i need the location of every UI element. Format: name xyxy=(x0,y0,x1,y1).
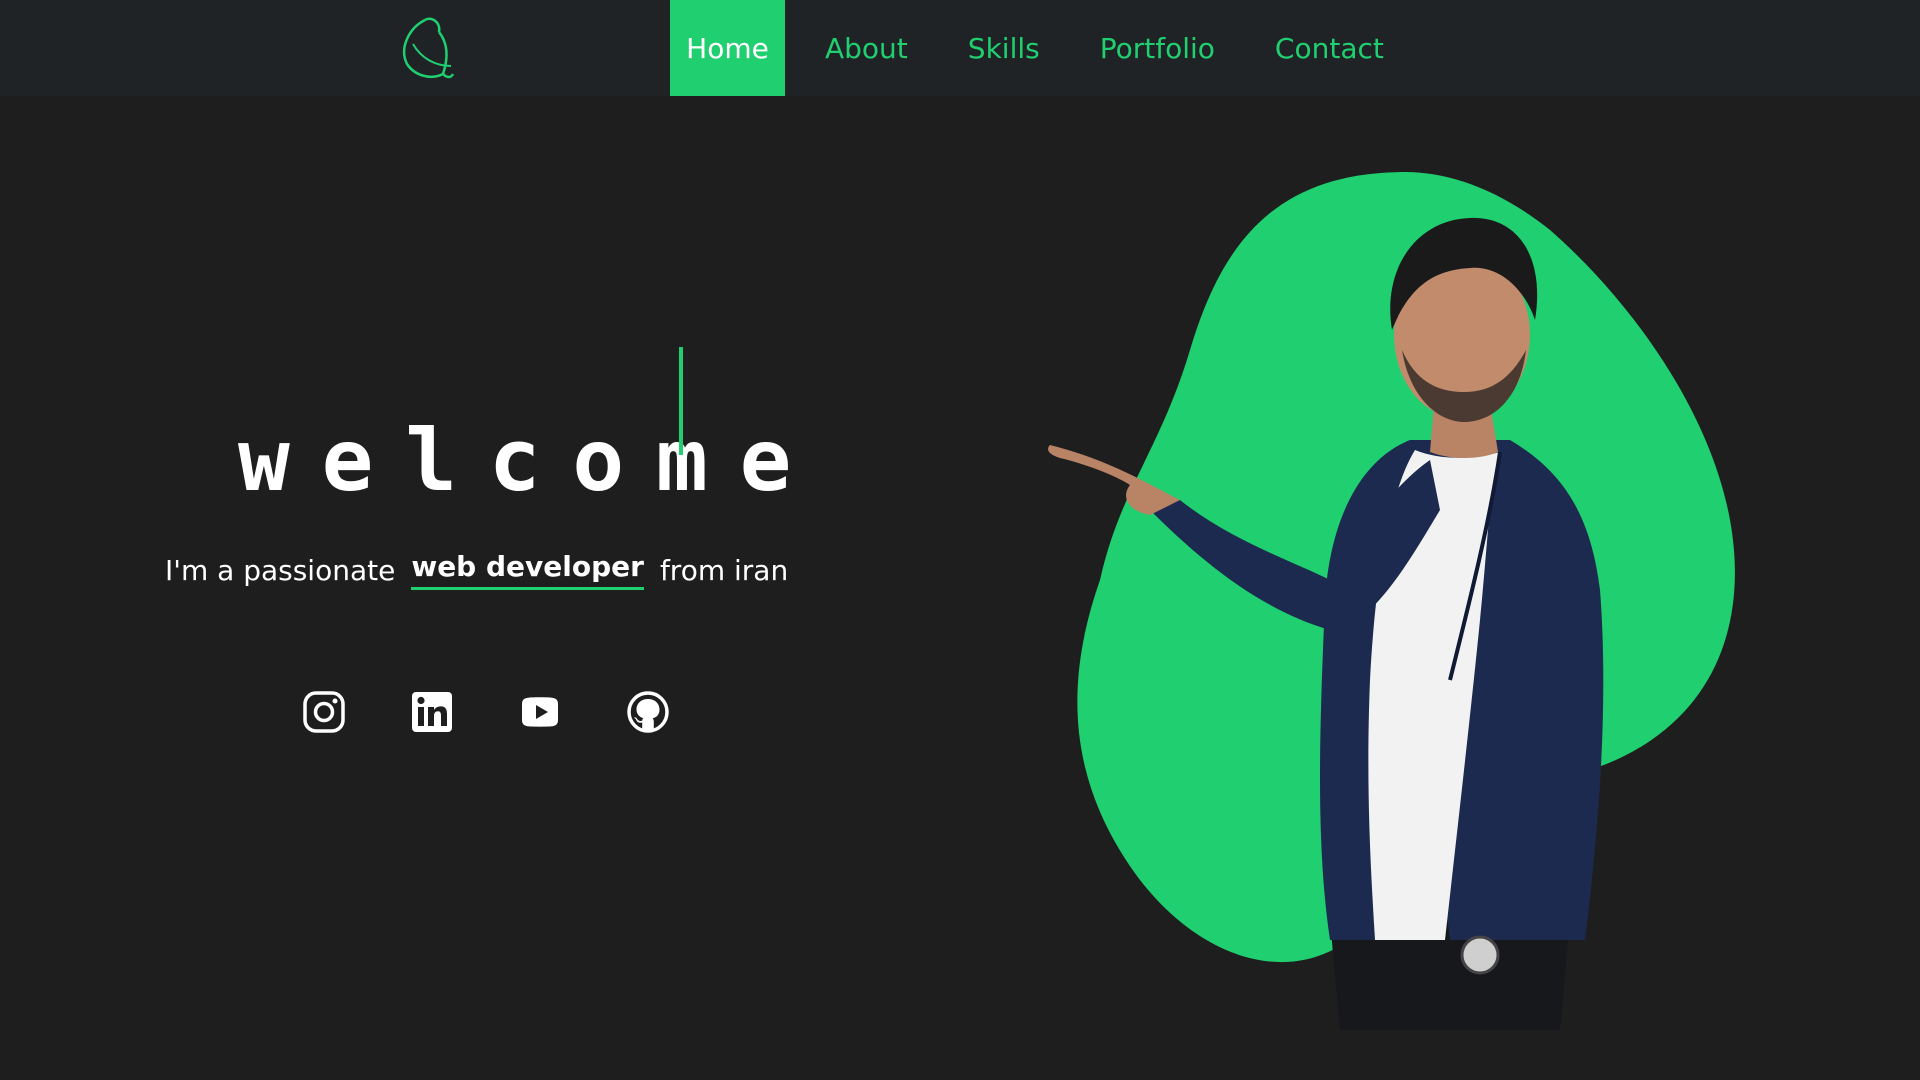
nav-home[interactable]: Home xyxy=(670,0,785,96)
hero-portrait xyxy=(1030,160,1790,1040)
tagline-suffix: from iran xyxy=(659,553,789,587)
logo-icon[interactable] xyxy=(395,14,461,82)
nav-portfolio[interactable]: Portfolio xyxy=(1070,0,1245,96)
main-nav: Home About Skills Portfolio Contact xyxy=(670,0,1414,96)
tagline-highlight: web developer xyxy=(411,550,644,590)
tagline-prefix: I'm a passionate xyxy=(165,553,396,587)
top-navbar: Home About Skills Portfolio Contact xyxy=(0,0,1920,96)
nav-about[interactable]: About xyxy=(795,0,938,96)
youtube-icon[interactable] xyxy=(518,690,562,734)
social-links xyxy=(302,690,670,734)
instagram-icon[interactable] xyxy=(302,690,346,734)
linkedin-icon[interactable] xyxy=(410,690,454,734)
nav-contact[interactable]: Contact xyxy=(1245,0,1414,96)
welcome-heading: welcome xyxy=(238,410,824,511)
nav-skills[interactable]: Skills xyxy=(938,0,1070,96)
portrait-illustration xyxy=(1048,172,1735,1030)
hero-tagline: I'm a passionate web developer from iran xyxy=(165,545,788,595)
typing-cursor xyxy=(679,347,683,455)
github-icon[interactable] xyxy=(626,690,670,734)
person-watch xyxy=(1460,935,1500,975)
